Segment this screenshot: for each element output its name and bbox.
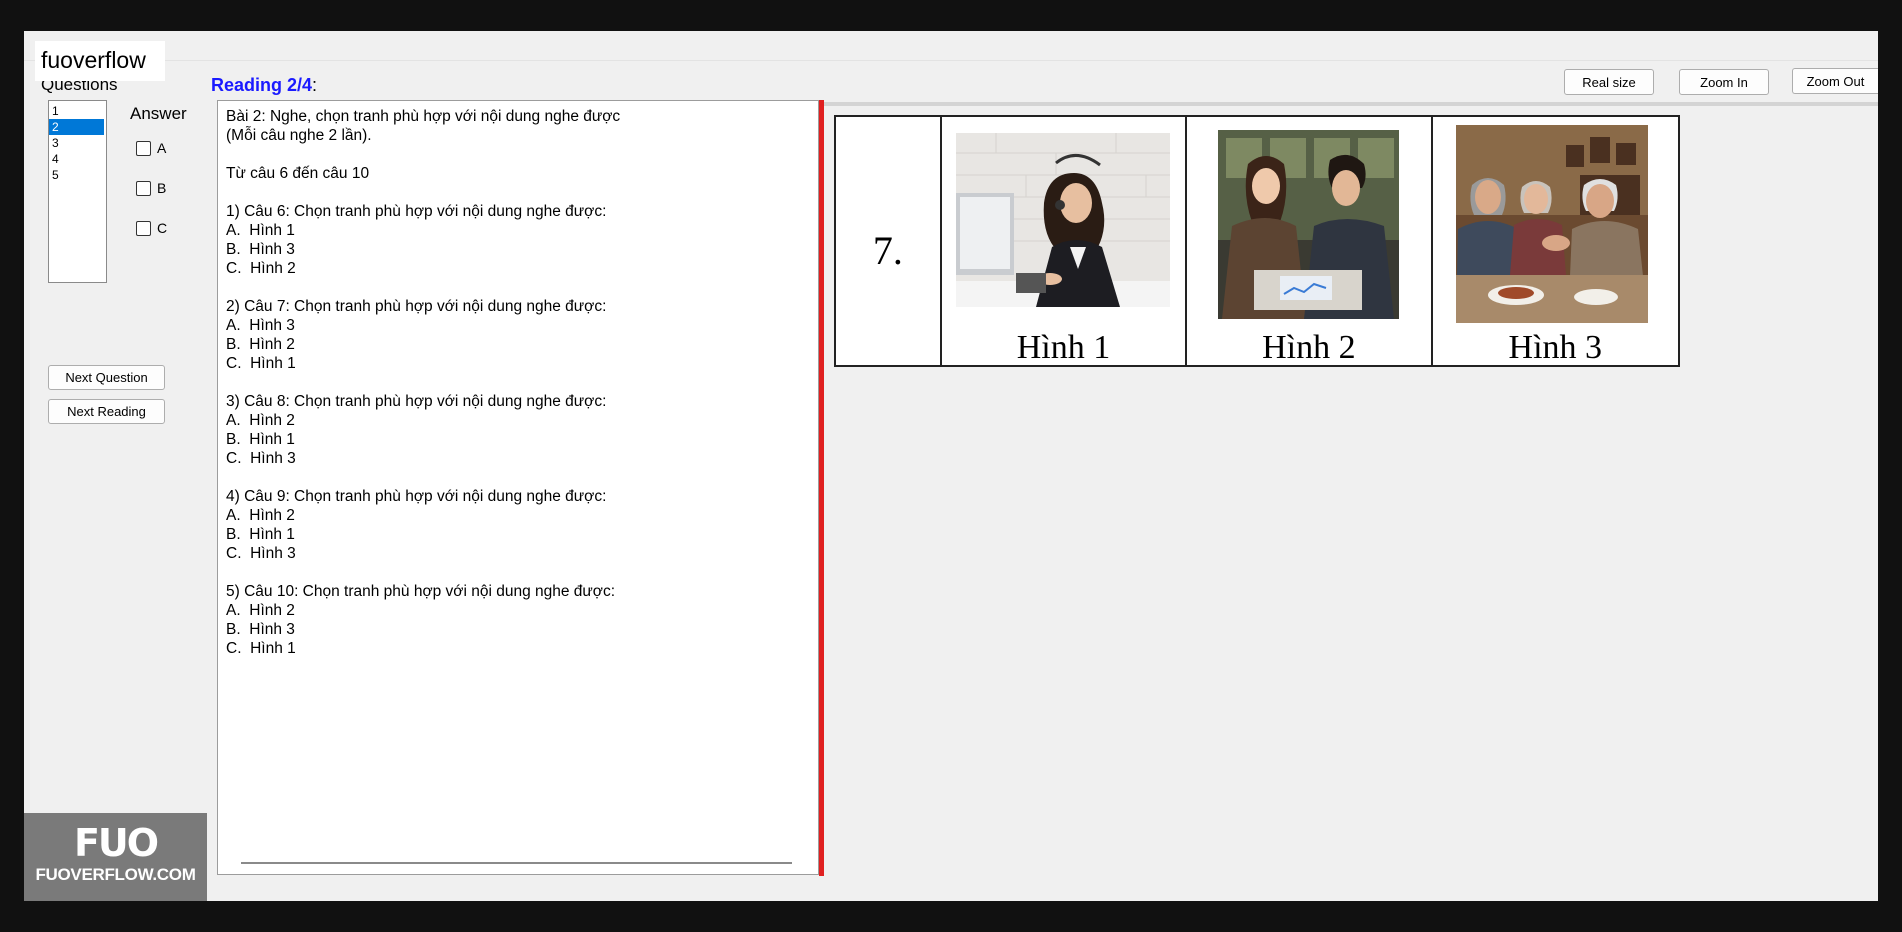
- answer-label: Answer: [130, 104, 187, 123]
- caption-2: Hình 2: [1262, 329, 1356, 366]
- horizontal-scrollbar[interactable]: [241, 862, 792, 864]
- checkbox-c[interactable]: [136, 220, 151, 236]
- answer-option-label: C: [157, 220, 168, 236]
- zoom-out-button[interactable]: Zoom Out: [1792, 68, 1878, 94]
- answer-option-label: A: [157, 140, 167, 156]
- reading-text-line: [226, 563, 818, 582]
- fuoverflow-brand-watermark: FUO FUOVERFLOW.COM: [24, 813, 207, 901]
- figure-cell-1: Hình 1: [942, 117, 1188, 366]
- checkbox-b[interactable]: [136, 180, 151, 196]
- reading-text-line: C. Hình 3: [226, 545, 296, 562]
- answer-option-a[interactable]: A: [136, 140, 166, 156]
- photo-business-couple: [1218, 130, 1400, 319]
- reading-text-line: A. Hình 1: [226, 222, 295, 239]
- reading-text-line: B. Hình 1: [226, 431, 295, 448]
- brand-site-text: FUOVERFLOW.COM: [35, 865, 196, 884]
- reading-text-line: C. Hình 1: [226, 640, 296, 657]
- figure-number-cell: 7.: [836, 117, 942, 365]
- reading-text-lines: Bài 2: Nghe, chọn tranh phù hợp với nội …: [226, 107, 818, 658]
- reading-text-line: 2) Câu 7: Chọn tranh phù hợp với nội dun…: [226, 298, 607, 315]
- figure-cell-3: Hình 3: [1433, 117, 1678, 366]
- reading-title-colon: :: [312, 75, 318, 95]
- answer-option-b[interactable]: B: [136, 180, 166, 196]
- answer-option-label: B: [157, 180, 167, 196]
- question-item[interactable]: 4: [49, 151, 106, 167]
- reading-text-line: 1) Câu 6: Chọn tranh phù hợp với nội dun…: [226, 203, 607, 220]
- reading-text-line: (Mỗi câu nghe 2 lần).: [226, 127, 372, 144]
- question-item[interactable]: 5: [49, 167, 106, 183]
- reading-text-line: 5) Câu 10: Chọn tranh phù hợp với nội du…: [226, 583, 616, 600]
- reading-text-line: Từ câu 6 đến câu 10: [226, 165, 370, 182]
- reading-text-line: [226, 183, 818, 202]
- question-item-selected[interactable]: 2: [49, 119, 104, 135]
- reading-text-line: [226, 373, 818, 392]
- figure-number: 7.: [872, 228, 903, 273]
- reading-title-text: Reading 2/4: [211, 75, 313, 95]
- reading-text-line: B. Hình 3: [226, 621, 295, 638]
- reading-text-line: B. Hình 1: [226, 526, 295, 543]
- next-question-button[interactable]: Next Question: [48, 365, 165, 390]
- reading-title: Reading 2/4:: [211, 75, 317, 96]
- reading-text-line: A. Hình 2: [226, 412, 295, 429]
- photo-family-dinner: [1455, 125, 1648, 323]
- app-window: Questions 1 2 3 4 5 Answer A B C Next Qu…: [24, 31, 1878, 901]
- reading-text-line: A. Hình 3: [226, 317, 295, 334]
- reading-text-line: A. Hình 2: [226, 602, 295, 619]
- checkbox-a[interactable]: [136, 140, 151, 156]
- reading-text-panel[interactable]: Bài 2: Nghe, chọn tranh phù hợp với nội …: [217, 100, 819, 875]
- reading-text-line: C. Hình 2: [226, 260, 296, 277]
- question-item[interactable]: 1: [49, 103, 106, 119]
- next-reading-button[interactable]: Next Reading: [48, 399, 165, 424]
- fuoverflow-watermark: fuoverflow: [35, 41, 165, 81]
- caption-1: Hình 1: [1016, 329, 1111, 366]
- question-list[interactable]: 1 2 3 4 5: [48, 100, 107, 283]
- question-item[interactable]: 3: [49, 135, 106, 151]
- reading-text-line: C. Hình 3: [226, 450, 296, 467]
- reading-text-line: 3) Câu 8: Chọn tranh phù hợp với nội dun…: [226, 393, 607, 410]
- real-size-button[interactable]: Real size: [1564, 69, 1654, 95]
- reading-text-line: B. Hình 2: [226, 336, 295, 353]
- reading-text-line: [226, 468, 818, 487]
- reading-text-line: C. Hình 1: [226, 355, 296, 372]
- zoom-in-button[interactable]: Zoom In: [1679, 69, 1769, 95]
- caption-3: Hình 3: [1508, 329, 1603, 366]
- reading-text-line: [226, 145, 818, 164]
- reading-text-line: B. Hình 3: [226, 241, 295, 258]
- reading-text-line: A. Hình 2: [226, 507, 295, 524]
- reading-text-line: 4) Câu 9: Chọn tranh phù hợp với nội dun…: [226, 488, 607, 505]
- answer-option-c[interactable]: C: [136, 220, 167, 236]
- figure-table: 7. Hình 1 Hình 2 Hình 3: [834, 115, 1680, 367]
- tab-strip: [24, 31, 1878, 61]
- figure-cell-2: Hình 2: [1187, 117, 1433, 366]
- reading-text-line: Bài 2: Nghe, chọn tranh phù hợp với nội …: [226, 108, 621, 125]
- photo-call-center-woman: [955, 133, 1170, 307]
- fuo-logo: FUO: [73, 821, 159, 865]
- reading-text-line: [226, 278, 818, 297]
